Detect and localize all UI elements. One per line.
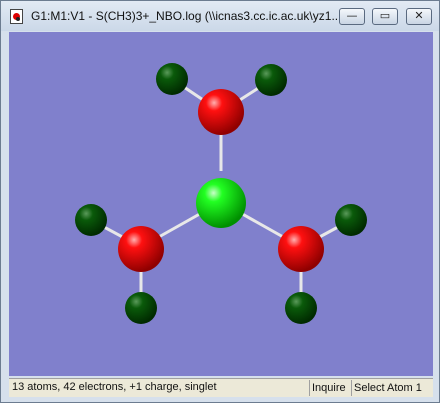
hydrogen-atom[interactable]	[125, 292, 157, 324]
maximize-button[interactable]: ▭	[372, 8, 398, 25]
hydrogen-atom[interactable]	[255, 64, 287, 96]
molecule-info-status: 13 atoms, 42 electrons, +1 charge, singl…	[12, 381, 217, 393]
minimize-button[interactable]: —	[339, 8, 365, 25]
action-status[interactable]: Select Atom 1	[351, 380, 424, 396]
status-bar: 13 atoms, 42 electrons, +1 charge, singl…	[9, 378, 433, 397]
carbon-atom-3[interactable]	[278, 226, 324, 272]
hydrogen-atom[interactable]	[156, 63, 188, 95]
hydrogen-atom[interactable]	[285, 292, 317, 324]
hydrogen-atom[interactable]	[75, 204, 107, 236]
window-title: G1:M1:V1 - S(CH3)3+_NBO.log (\\icnas3.cc…	[31, 9, 342, 23]
carbon-atom-1[interactable]	[198, 89, 244, 135]
sulfur-atom[interactable]	[196, 178, 246, 228]
hydrogen-atom[interactable]	[335, 204, 367, 236]
molecule-svg[interactable]	[9, 32, 433, 376]
close-button[interactable]: ✕	[406, 8, 432, 25]
molecule-app-icon[interactable]	[10, 9, 23, 24]
molecule-viewer-canvas[interactable]	[9, 32, 433, 376]
mode-status[interactable]: Inquire	[309, 380, 348, 396]
carbon-atom-2[interactable]	[118, 226, 164, 272]
application-window: G1:M1:V1 - S(CH3)3+_NBO.log (\\icnas3.cc…	[0, 0, 440, 403]
title-bar[interactable]: G1:M1:V1 - S(CH3)3+_NBO.log (\\icnas3.cc…	[1, 1, 439, 31]
